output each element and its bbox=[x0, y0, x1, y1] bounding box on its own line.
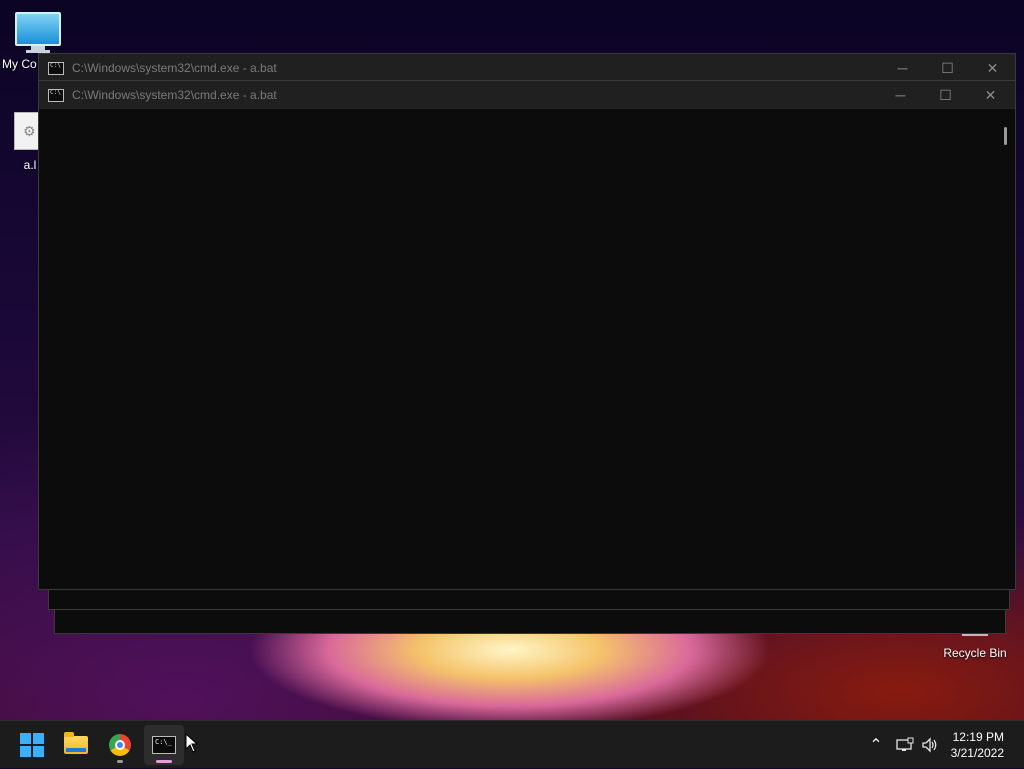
windows-logo-icon bbox=[20, 733, 44, 757]
active-indicator bbox=[156, 760, 172, 763]
window-title: C:\Windows\system32\cmd.exe - a.bat bbox=[72, 88, 277, 102]
volume-icon[interactable] bbox=[918, 737, 942, 753]
window-title: C:\Windows\system32\cmd.exe - a.bat bbox=[72, 61, 277, 75]
minimize-button[interactable]: ─ bbox=[878, 81, 923, 109]
desktop-icon-label: Recycle Bin bbox=[943, 646, 1007, 660]
maximize-button[interactable]: ☐ bbox=[925, 54, 970, 82]
scrollbar-thumb[interactable] bbox=[1004, 127, 1007, 145]
system-tray: ⌃ bbox=[866, 721, 942, 769]
taskbar-chrome[interactable] bbox=[100, 725, 140, 765]
maximize-button[interactable]: ☐ bbox=[923, 81, 968, 109]
terminal-area[interactable] bbox=[39, 109, 1015, 589]
running-indicator bbox=[117, 760, 123, 763]
chrome-icon bbox=[109, 734, 131, 756]
chevron-up-icon[interactable]: ⌃ bbox=[866, 735, 886, 755]
desktop-icon-recycle-bin[interactable]: Recycle Bin bbox=[937, 630, 1013, 660]
minimize-button[interactable]: ─ bbox=[880, 54, 925, 82]
clock-date: 3/21/2022 bbox=[950, 746, 1004, 760]
taskbar-cmd[interactable] bbox=[144, 725, 184, 765]
taskbar-file-explorer[interactable] bbox=[56, 725, 96, 765]
window-titlebar[interactable]: C:\Windows\system32\cmd.exe - a.bat ─ ☐ … bbox=[39, 54, 1015, 82]
folder-icon bbox=[64, 732, 88, 754]
taskbar-clock[interactable]: 12:19 PM 3/21/2022 bbox=[951, 729, 1004, 761]
clock-time: 12:19 PM bbox=[952, 730, 1004, 744]
close-button[interactable]: ✕ bbox=[968, 81, 1013, 109]
cmd-icon bbox=[48, 88, 64, 102]
start-button[interactable] bbox=[12, 725, 52, 765]
cmd-window-front[interactable]: C:\Windows\system32\cmd.exe - a.bat ─ ☐ … bbox=[38, 80, 1016, 590]
close-button[interactable]: ✕ bbox=[970, 54, 1015, 82]
window-titlebar[interactable]: C:\Windows\system32\cmd.exe - a.bat ─ ☐ … bbox=[39, 81, 1015, 109]
network-icon[interactable] bbox=[892, 737, 918, 753]
cmd-icon bbox=[48, 61, 64, 75]
monitor-icon bbox=[0, 12, 76, 53]
taskbar: ⌃ 12:19 PM 3/21/2022 bbox=[0, 720, 1024, 768]
cmd-icon bbox=[152, 736, 176, 754]
